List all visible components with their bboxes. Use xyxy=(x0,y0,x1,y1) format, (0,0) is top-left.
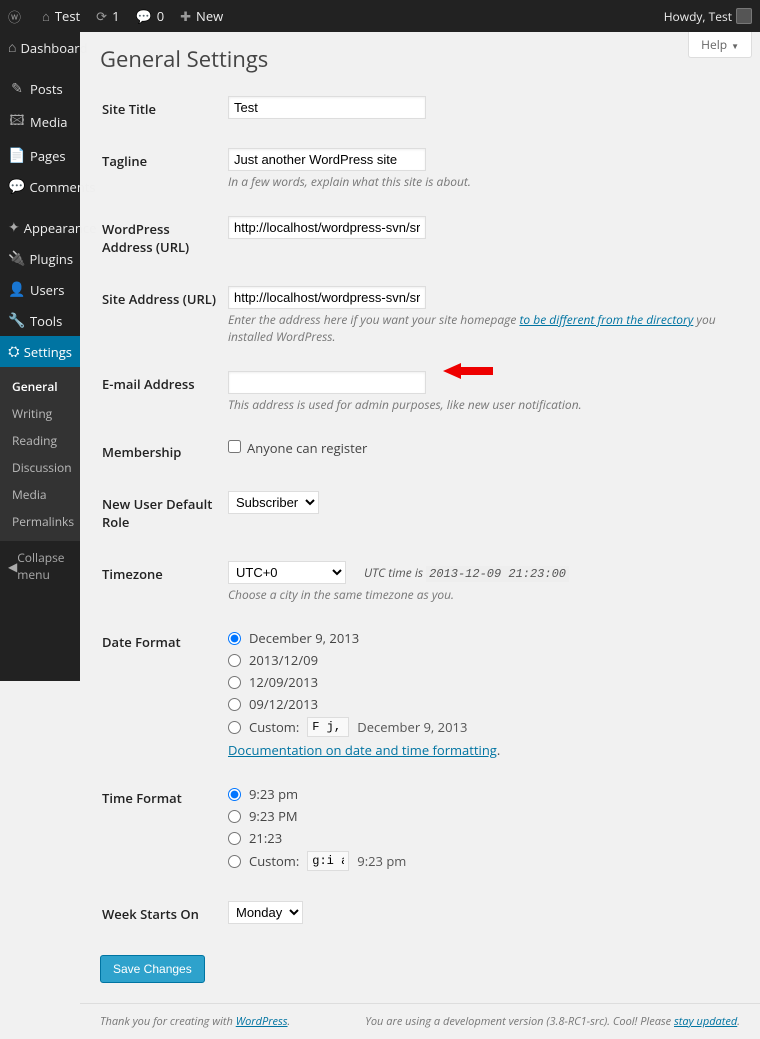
tagline-input[interactable] xyxy=(228,148,426,171)
wp-logo-menu[interactable]: ⓦ xyxy=(0,0,34,32)
footer-update-link[interactable]: stay updated xyxy=(674,1014,737,1029)
default-role-select[interactable]: Subscriber xyxy=(228,491,319,514)
date-format-opt-0[interactable] xyxy=(228,632,241,645)
admin-footer: Thank you for creating with WordPress. Y… xyxy=(80,1003,760,1039)
site-url-diff-link[interactable]: to be different from the directory xyxy=(519,311,693,328)
sidebar-item-plugins[interactable]: 🔌Plugins xyxy=(0,243,80,274)
submenu-discussion[interactable]: Discussion xyxy=(0,454,80,481)
posts-icon: ✎ xyxy=(8,79,26,98)
save-changes-button[interactable]: Save Changes xyxy=(100,955,205,983)
label-tagline: Tagline xyxy=(102,136,226,202)
howdy-text: Howdy, Test xyxy=(664,8,732,25)
account-menu[interactable]: Howdy, Test xyxy=(656,0,760,32)
date-format-opt-2[interactable] xyxy=(228,676,241,689)
submenu-media[interactable]: Media xyxy=(0,481,80,508)
collapse-menu[interactable]: ◀Collapse menu xyxy=(0,541,80,591)
home-icon: ⌂ xyxy=(42,7,50,25)
sidebar-item-tools[interactable]: 🔧Tools xyxy=(0,305,80,336)
timezone-desc: Choose a city in the same timezone as yo… xyxy=(228,586,738,603)
time-format-opt-2[interactable] xyxy=(228,832,241,845)
site-menu[interactable]: ⌂ Test xyxy=(34,0,88,32)
sidebar-item-posts[interactable]: ✎Posts xyxy=(0,73,80,104)
email-input[interactable] xyxy=(228,371,426,394)
label-site-url: Site Address (URL) xyxy=(102,274,226,357)
comments-icon: 💬 xyxy=(8,177,25,196)
submenu-general[interactable]: General xyxy=(0,373,80,400)
date-format-custom-radio[interactable] xyxy=(228,721,241,734)
time-format-opt-1[interactable] xyxy=(228,810,241,823)
date-format-custom-input[interactable] xyxy=(307,717,349,737)
media-icon: 🖾 xyxy=(8,110,26,134)
page-title: General Settings xyxy=(100,32,740,82)
dashboard-icon: ⌂ xyxy=(8,38,16,57)
date-format-opt-1[interactable] xyxy=(228,654,241,667)
submenu-reading[interactable]: Reading xyxy=(0,427,80,454)
footer-wp-link[interactable]: WordPress xyxy=(236,1014,288,1029)
tools-icon: 🔧 xyxy=(8,311,26,330)
time-format-opt-0[interactable] xyxy=(228,788,241,801)
site-url-desc: Enter the address here if you want your … xyxy=(228,311,738,345)
submenu-writing[interactable]: Writing xyxy=(0,400,80,427)
avatar-icon xyxy=(736,8,752,24)
label-time-format: Time Format xyxy=(102,773,226,887)
label-week-start: Week Starts On xyxy=(102,889,226,939)
label-site-title: Site Title xyxy=(102,84,226,134)
membership-checkbox[interactable] xyxy=(228,440,241,453)
time-format-custom-example: 9:23 pm xyxy=(357,852,406,870)
highlight-arrow-icon xyxy=(443,361,493,381)
timezone-select[interactable]: UTC+0 xyxy=(228,561,346,584)
site-url-input[interactable] xyxy=(228,286,426,309)
site-title-input[interactable] xyxy=(228,96,426,119)
label-default-role: New User Default Role xyxy=(102,479,226,547)
wordpress-icon: ⓦ xyxy=(8,7,21,26)
settings-icon: ⛭ xyxy=(8,342,20,361)
sidebar-item-users[interactable]: 👤Users xyxy=(0,274,80,305)
submenu-permalinks[interactable]: Permalinks xyxy=(0,508,80,535)
comment-count: 0 xyxy=(157,7,164,25)
updates-menu[interactable]: ⟳1 xyxy=(88,0,127,32)
date-format-opt-3[interactable] xyxy=(228,698,241,711)
admin-sidebar: ⌂Dashboard ✎Posts 🖾Media 📄Pages 💬Comment… xyxy=(0,32,80,681)
label-timezone: Timezone xyxy=(102,549,226,615)
admin-bar: ⓦ ⌂Test ⟳1 💬0 ✚New Howdy, Test xyxy=(0,0,760,32)
label-wp-url: WordPress Address (URL) xyxy=(102,204,226,272)
appearance-icon: ✦ xyxy=(8,218,20,237)
new-content-menu[interactable]: ✚ New xyxy=(172,0,231,32)
utc-time-text: UTC time is 2013-12-09 21:23:00 xyxy=(364,564,569,581)
sidebar-item-dashboard[interactable]: ⌂Dashboard xyxy=(0,32,80,63)
label-date-format: Date Format xyxy=(102,617,226,771)
pages-icon: 📄 xyxy=(8,146,26,165)
users-icon: 👤 xyxy=(8,280,26,299)
tagline-desc: In a few words, explain what this site i… xyxy=(228,173,738,190)
collapse-icon: ◀ xyxy=(8,558,17,575)
comments-menu[interactable]: 💬0 xyxy=(128,0,173,32)
week-start-select[interactable]: Monday xyxy=(228,901,303,924)
sidebar-item-settings[interactable]: ⛭Settings xyxy=(0,336,80,367)
time-format-custom-input[interactable] xyxy=(307,851,349,871)
update-icon: ⟳ xyxy=(96,7,107,25)
main-content: General Settings Site Title Tagline In a… xyxy=(80,32,760,1003)
sidebar-item-appearance[interactable]: ✦Appearance xyxy=(0,212,80,243)
plugins-icon: 🔌 xyxy=(8,249,25,268)
settings-submenu: General Writing Reading Discussion Media… xyxy=(0,367,80,541)
plus-icon: ✚ xyxy=(180,7,191,25)
label-email: E-mail Address xyxy=(102,359,226,425)
sidebar-item-pages[interactable]: 📄Pages xyxy=(0,140,80,171)
site-name: Test xyxy=(55,7,80,25)
sidebar-item-media[interactable]: 🖾Media xyxy=(0,104,80,140)
new-label: New xyxy=(196,7,223,25)
label-membership: Membership xyxy=(102,427,226,477)
wp-url-input[interactable] xyxy=(228,216,426,239)
membership-checkbox-label[interactable]: Anyone can register xyxy=(228,439,367,457)
date-format-doc-link[interactable]: Documentation on date and time formattin… xyxy=(228,741,497,759)
date-format-custom-example: December 9, 2013 xyxy=(357,718,467,736)
email-desc: This address is used for admin purposes,… xyxy=(228,396,738,413)
update-count: 1 xyxy=(112,7,119,25)
sidebar-item-comments[interactable]: 💬Comments xyxy=(0,171,80,202)
time-format-custom-radio[interactable] xyxy=(228,855,241,868)
comment-icon: 💬 xyxy=(136,7,152,25)
